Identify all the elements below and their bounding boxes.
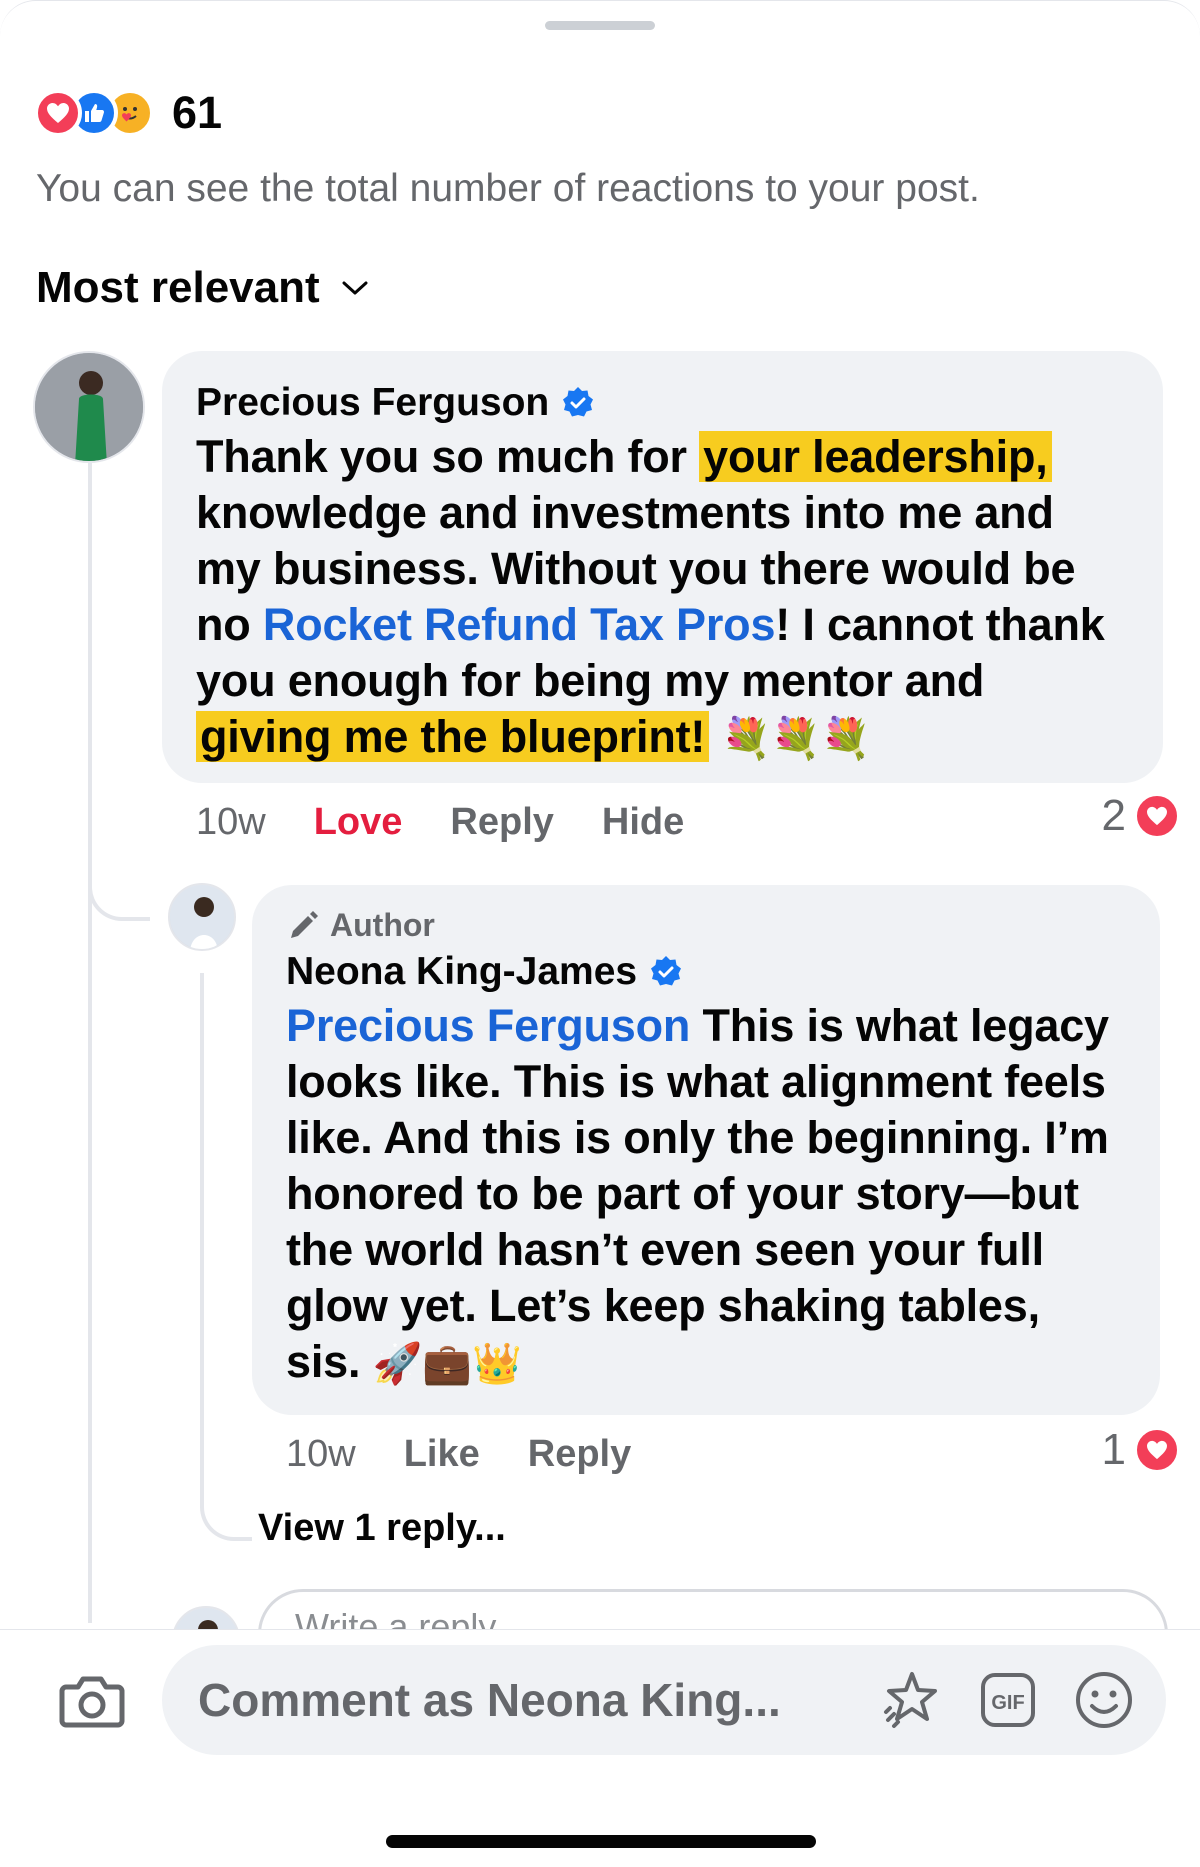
home-indicator[interactable]	[386, 1835, 816, 1848]
comment-text-part: Thank you so much for	[196, 431, 700, 482]
reply-bubble[interactable]: Author Neona King-James Precious Ferguso…	[252, 885, 1160, 1415]
love-button[interactable]: Love	[314, 801, 403, 844]
avatar[interactable]	[33, 351, 145, 463]
reply-actions: 10w Like Reply	[286, 1433, 679, 1476]
reaction-count: 61	[172, 87, 223, 138]
comment-author[interactable]: Precious Ferguson	[196, 381, 549, 425]
comment-input[interactable]: Comment as Neona King... GIF	[162, 1645, 1166, 1755]
gif-label: GIF	[991, 1692, 1024, 1714]
rocket-briefcase-crown-emoji: 🚀💼👑	[360, 1341, 522, 1387]
thread-line	[88, 463, 92, 1623]
author-tag-label: Author	[330, 907, 435, 943]
hide-button[interactable]: Hide	[602, 801, 684, 844]
comment-input-placeholder: Comment as Neona King...	[198, 1674, 781, 1726]
reactions-note: You can see the total number of reaction…	[36, 167, 980, 210]
comment-bubble[interactable]: Precious Ferguson Thank you so much for …	[162, 351, 1163, 783]
love-icon	[34, 89, 82, 137]
bouquet-emoji: 💐💐💐	[709, 716, 871, 762]
page-mention-link[interactable]: Rocket Refund Tax Pros	[263, 599, 776, 650]
reactions-summary[interactable]: 61	[34, 87, 222, 139]
comment-reaction-tally[interactable]: 2	[1102, 791, 1180, 841]
reply-reaction-tally[interactable]: 1	[1102, 1425, 1180, 1475]
camera-icon[interactable]	[56, 1665, 128, 1737]
reply-thread-connector	[200, 1461, 252, 1541]
verified-badge-icon	[651, 956, 682, 986]
reply-timestamp[interactable]: 10w	[286, 1433, 356, 1476]
emoji-icon[interactable]	[1072, 1668, 1136, 1732]
thread-connector	[88, 851, 150, 921]
chevron-down-icon	[342, 281, 368, 295]
pencil-icon	[291, 910, 318, 938]
avatar[interactable]	[168, 883, 236, 951]
highlighted-text: giving me the blueprint!	[196, 711, 710, 762]
comment-reaction-count: 2	[1101, 791, 1126, 840]
verified-badge-icon	[563, 387, 594, 417]
view-replies-link[interactable]: View 1 reply...	[258, 1507, 506, 1550]
gif-icon[interactable]: GIF	[978, 1670, 1038, 1730]
reply-thread-line	[200, 973, 204, 1493]
reply-button[interactable]: Reply	[528, 1433, 631, 1476]
avatar-sticker-icon[interactable]	[880, 1668, 944, 1732]
reply-author[interactable]: Neona King-James	[286, 950, 637, 994]
reply-reaction-count: 1	[1101, 1425, 1126, 1474]
highlighted-text: your leadership,	[699, 431, 1052, 482]
sort-dropdown[interactable]: Most relevant	[36, 263, 368, 313]
comments-sheet: 61 You can see the total number of react…	[0, 0, 1200, 1867]
reply-button[interactable]: Reply	[450, 801, 553, 844]
love-icon	[1134, 1427, 1180, 1473]
comment-text: Thank you so much for your leadership, k…	[196, 429, 1129, 767]
reply-text: Precious Ferguson This is what legacy lo…	[286, 998, 1126, 1392]
reply-text-part: This is what legacy looks like. This is …	[286, 1000, 1109, 1387]
like-button[interactable]: Like	[404, 1433, 480, 1476]
author-tag: Author	[286, 907, 1126, 944]
sort-label: Most relevant	[36, 263, 320, 312]
love-icon	[1134, 793, 1180, 839]
sheet-grabber-handle[interactable]	[545, 21, 655, 30]
comment-timestamp[interactable]: 10w	[196, 801, 266, 844]
comment-actions: 10w Love Reply Hide	[196, 801, 732, 844]
user-mention-link[interactable]: Precious Ferguson	[286, 1000, 690, 1051]
